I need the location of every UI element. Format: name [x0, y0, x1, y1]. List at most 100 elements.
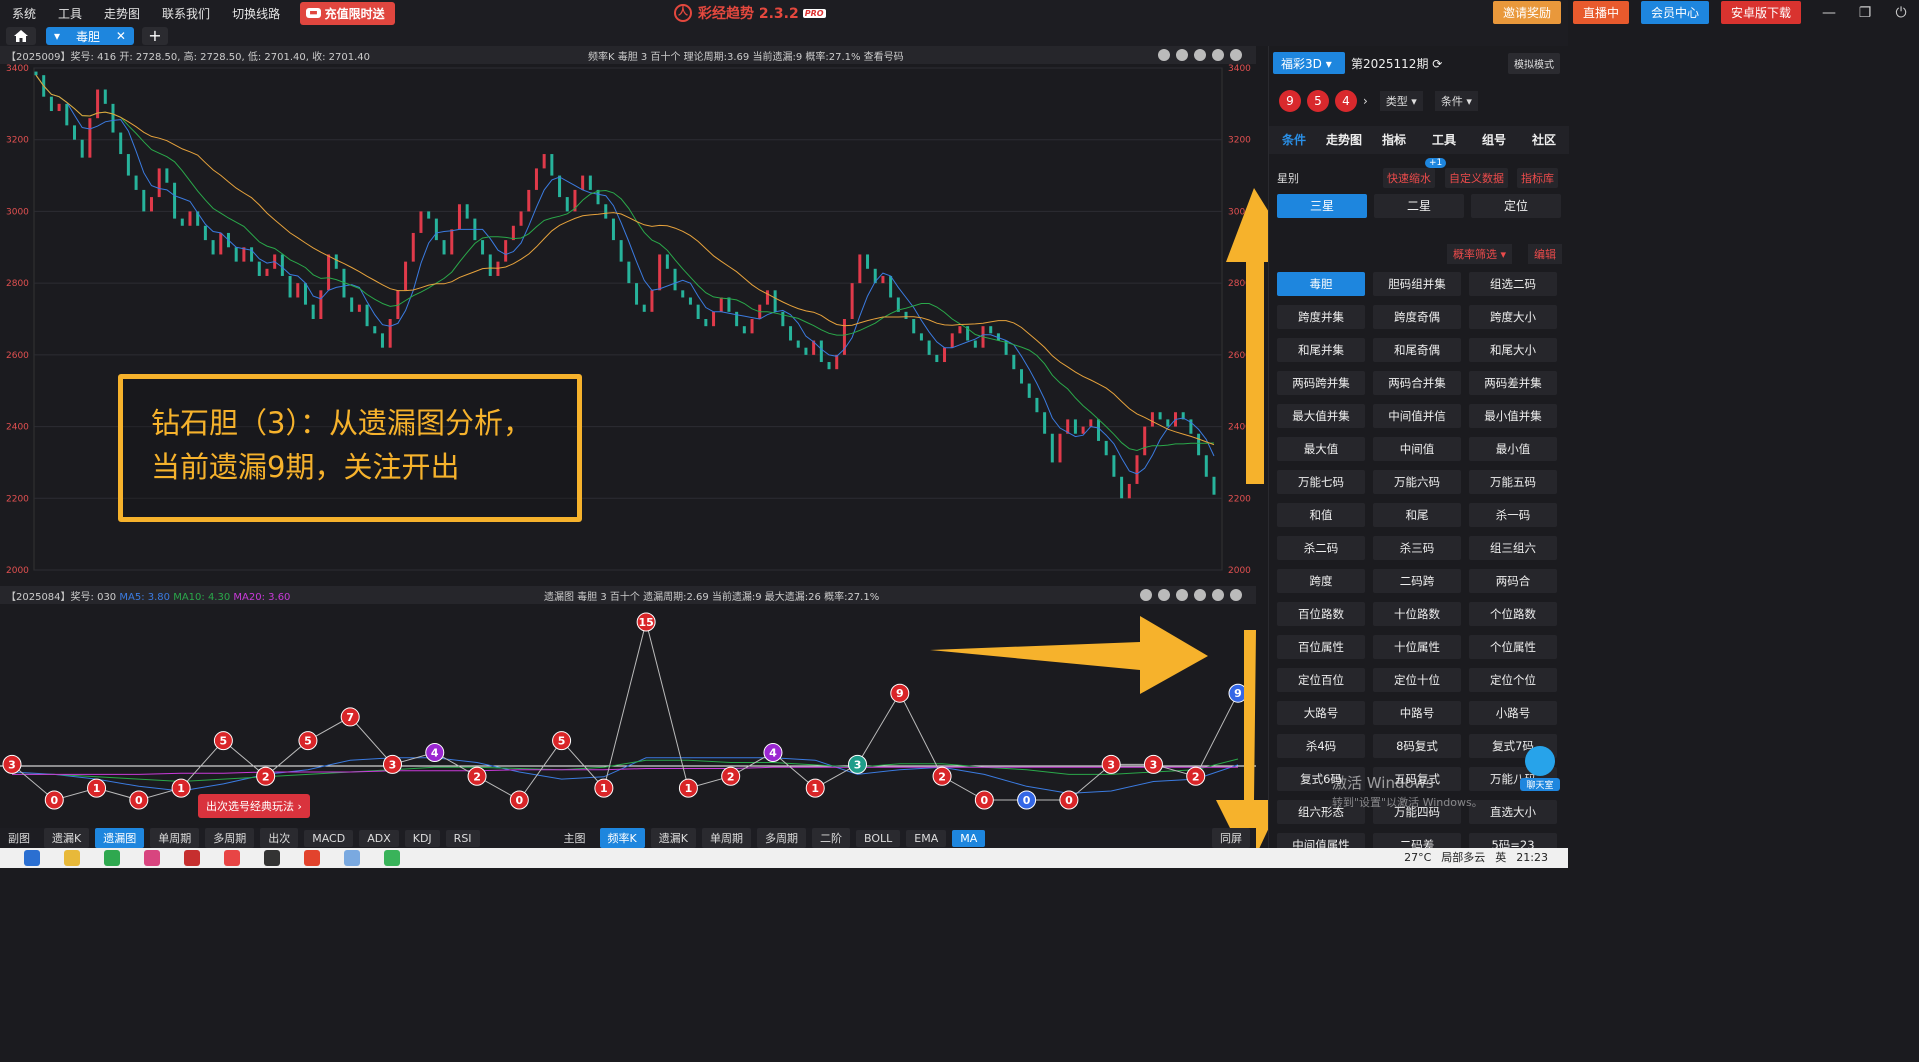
tab-trend[interactable]: 走势图 — [1319, 126, 1369, 154]
condition-item[interactable]: 8码复式 — [1373, 734, 1461, 758]
input-language[interactable]: 英 — [1495, 849, 1506, 865]
condition-item[interactable]: 定位十位 — [1373, 668, 1461, 692]
condition-item[interactable]: 大路号 — [1277, 701, 1365, 725]
tab-tools[interactable]: 工具 — [1419, 126, 1469, 154]
condition-item[interactable]: 和尾并集 — [1277, 338, 1365, 362]
btn-kdj[interactable]: KDJ — [404, 829, 440, 847]
btn-omission-k[interactable]: 遗漏K — [44, 828, 90, 848]
btn-ema[interactable]: EMA — [906, 829, 947, 847]
condition-item[interactable]: 组三组六 — [1469, 536, 1557, 560]
btn-two-star[interactable]: 二星 — [1374, 194, 1464, 218]
condition-dropdown[interactable]: 条件 ▾ — [1434, 91, 1478, 111]
quick-shrink-button[interactable]: 快速缩水 — [1383, 168, 1435, 188]
tab-community[interactable]: 社区 — [1519, 126, 1569, 154]
condition-item[interactable]: 两码合 — [1469, 569, 1557, 593]
condition-item[interactable]: 组选二码 — [1469, 272, 1557, 296]
condition-item[interactable]: 两码合并集 — [1373, 371, 1461, 395]
chevron-right-icon[interactable]: › — [1363, 94, 1368, 108]
wps-icon[interactable] — [304, 850, 320, 866]
condition-item[interactable]: 定位个位 — [1469, 668, 1557, 692]
probability-filter[interactable]: 概率筛选 ▾ — [1447, 244, 1513, 264]
condition-item[interactable]: 两码跨并集 — [1277, 371, 1365, 395]
btn-macd[interactable]: MACD — [304, 829, 354, 847]
restore-icon[interactable]: ❐ — [1857, 5, 1873, 21]
condition-item[interactable]: 万能五码 — [1469, 470, 1557, 494]
condition-item[interactable]: 杀4码 — [1277, 734, 1365, 758]
refresh-icon[interactable]: ⟳ — [1432, 57, 1442, 71]
btn-rsi[interactable]: RSI — [445, 829, 480, 847]
explorer-icon[interactable] — [64, 850, 80, 866]
condition-item[interactable]: 百位路数 — [1277, 602, 1365, 626]
browser-icon[interactable] — [144, 850, 160, 866]
tab-condition[interactable]: 条件 — [1269, 126, 1319, 154]
condition-item[interactable]: 定位百位 — [1277, 668, 1365, 692]
btn-adx[interactable]: ADX — [359, 829, 399, 847]
tab-indicator[interactable]: 指标 — [1369, 126, 1419, 154]
caijing-icon[interactable] — [224, 850, 240, 866]
btn-second-order[interactable]: 二阶 — [811, 828, 850, 848]
condition-item[interactable]: 个位属性 — [1469, 635, 1557, 659]
btn-ma[interactable]: MA — [952, 829, 986, 847]
lottery-select[interactable]: 福彩3D ▾ — [1273, 52, 1345, 74]
condition-item[interactable]: 杀三码 — [1373, 536, 1461, 560]
condition-item[interactable]: 个位路数 — [1469, 602, 1557, 626]
btn-boll[interactable]: BOLL — [855, 829, 901, 847]
green-app-icon[interactable] — [384, 850, 400, 866]
indicator-lib-button[interactable]: 指标库 — [1517, 168, 1558, 188]
btn-same-screen[interactable]: 同屏 — [1212, 828, 1250, 848]
condition-item[interactable]: 万能六码 — [1373, 470, 1461, 494]
condition-item[interactable]: 跨度大小 — [1469, 305, 1557, 329]
condition-item[interactable]: 杀二码 — [1277, 536, 1365, 560]
android-download-button[interactable]: 安卓版下载 — [1720, 1, 1801, 24]
condition-item[interactable]: 跨度 — [1277, 569, 1365, 593]
btn-frequency-k[interactable]: 频率K — [599, 828, 645, 848]
condition-item[interactable]: 最大值并集 — [1277, 404, 1365, 428]
condition-item[interactable]: 中路号 — [1373, 701, 1461, 725]
condition-item[interactable]: 毒胆 — [1277, 272, 1365, 296]
btn-single-cycle-main[interactable]: 单周期 — [701, 828, 751, 848]
condition-item[interactable]: 跨度奇偶 — [1373, 305, 1461, 329]
condition-item[interactable]: 最小值 — [1469, 437, 1557, 461]
wechat-icon[interactable] — [104, 850, 120, 866]
edit-button[interactable]: 编辑 — [1528, 244, 1562, 264]
btn-multi-cycle[interactable]: 多周期 — [205, 828, 255, 848]
condition-item[interactable]: 百位属性 — [1277, 635, 1365, 659]
minimize-icon[interactable]: — — [1821, 5, 1837, 21]
btn-chuci[interactable]: 出次 — [260, 828, 299, 848]
chat-room[interactable]: 聊天室 — [1520, 746, 1560, 791]
files-icon[interactable] — [344, 850, 360, 866]
condition-item[interactable]: 杀一码 — [1469, 503, 1557, 527]
condition-item[interactable]: 万能七码 — [1277, 470, 1365, 494]
btn-multi-cycle-main[interactable]: 多周期 — [756, 828, 806, 848]
app-icon[interactable] — [184, 850, 200, 866]
vip-center-button[interactable]: 会员中心 — [1640, 1, 1709, 24]
type-dropdown[interactable]: 类型 ▾ — [1379, 91, 1423, 111]
condition-item[interactable]: 两码差并集 — [1469, 371, 1557, 395]
btn-omission-chart[interactable]: 遗漏图 — [95, 828, 145, 848]
start-icon[interactable] — [24, 850, 40, 866]
btn-single-cycle[interactable]: 单周期 — [150, 828, 200, 848]
condition-item[interactable]: 二码跨 — [1373, 569, 1461, 593]
condition-item[interactable]: 和尾奇偶 — [1373, 338, 1461, 362]
btn-three-star[interactable]: 三星 — [1277, 194, 1367, 218]
btn-omission-k-main[interactable]: 遗漏K — [650, 828, 696, 848]
condition-item[interactable]: 和值 — [1277, 503, 1365, 527]
qq-icon[interactable] — [264, 850, 280, 866]
condition-item[interactable]: 和尾 — [1373, 503, 1461, 527]
condition-item[interactable]: 跨度并集 — [1277, 305, 1365, 329]
condition-item[interactable]: 和尾大小 — [1469, 338, 1557, 362]
custom-data-button[interactable]: 自定义数据 — [1445, 168, 1508, 188]
live-button[interactable]: 直播中 — [1572, 1, 1629, 24]
simulate-mode-button[interactable]: 模拟模式 — [1508, 53, 1560, 74]
condition-item[interactable]: 十位属性 — [1373, 635, 1461, 659]
tab-group[interactable]: 组号 — [1469, 126, 1519, 154]
condition-item[interactable]: 中间值 — [1373, 437, 1461, 461]
condition-item[interactable]: 中间值并信 — [1373, 404, 1461, 428]
condition-item[interactable]: 胆码组并集 — [1373, 272, 1461, 296]
condition-item[interactable]: 最小值并集 — [1469, 404, 1557, 428]
power-icon[interactable]: ⏻ — [1893, 5, 1909, 21]
condition-item[interactable]: 小路号 — [1469, 701, 1557, 725]
condition-item[interactable]: 十位路数 — [1373, 602, 1461, 626]
btn-position[interactable]: 定位 — [1471, 194, 1561, 218]
condition-item[interactable]: 最大值 — [1277, 437, 1365, 461]
